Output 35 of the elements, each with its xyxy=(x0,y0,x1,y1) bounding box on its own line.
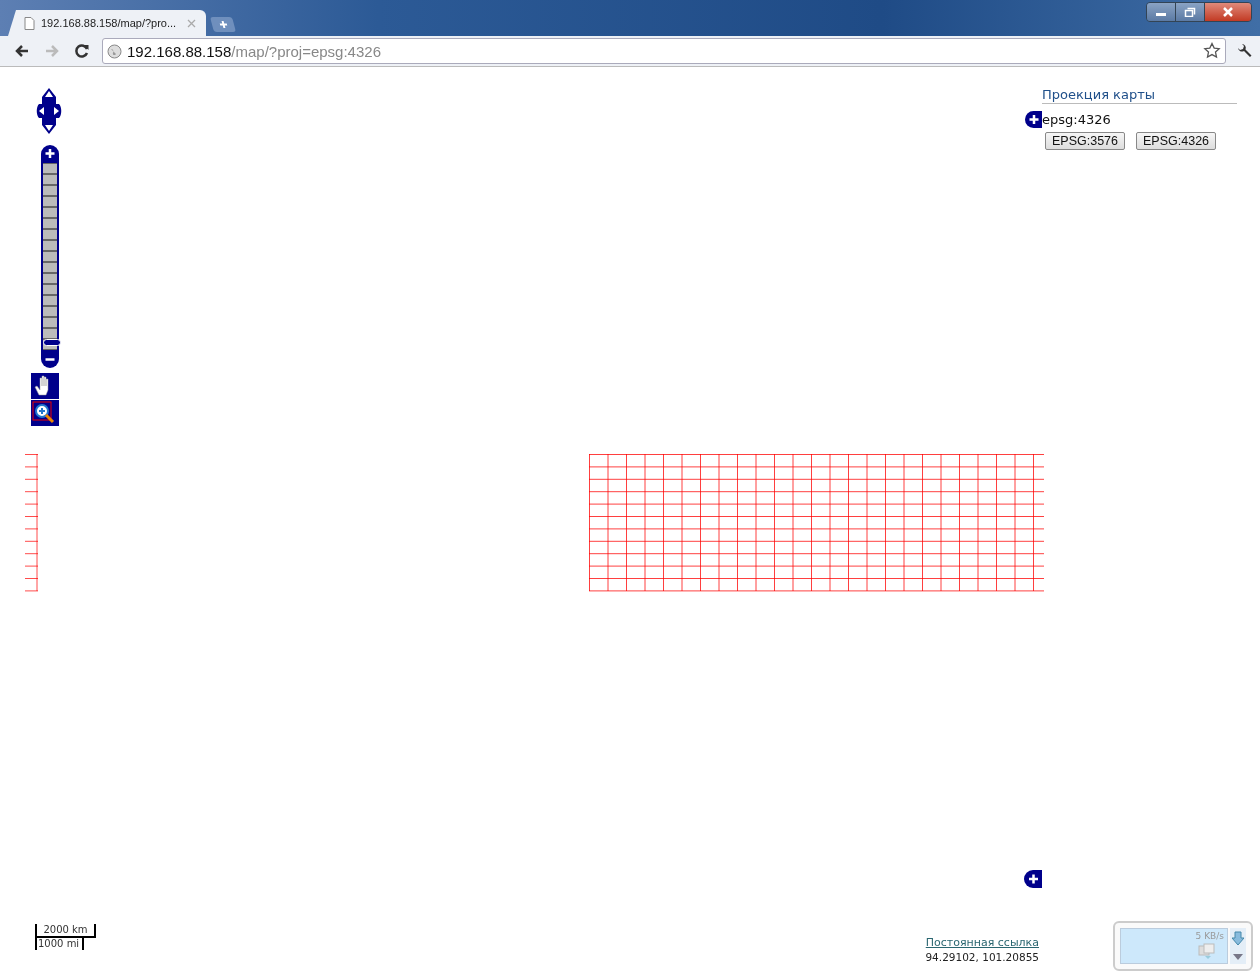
zoom-in-button[interactable] xyxy=(41,145,59,163)
network-speed: 5 KB/s xyxy=(1195,931,1224,941)
pan-control[interactable] xyxy=(36,87,62,135)
browser-tab[interactable]: 192.168.88.158/map/?pro... xyxy=(8,10,206,36)
reload-icon[interactable] xyxy=(74,43,90,59)
expand-button[interactable] xyxy=(1024,870,1042,888)
page-icon xyxy=(24,16,35,30)
expand-button[interactable] xyxy=(1025,111,1042,128)
zoom-slider-thumb[interactable] xyxy=(43,339,61,346)
layer-switcher-title: Проекция карты xyxy=(1042,87,1237,104)
minimize-button[interactable] xyxy=(1147,3,1176,21)
zoom-box-button[interactable] xyxy=(31,400,59,426)
restore-button[interactable] xyxy=(1176,3,1205,21)
network-icon xyxy=(1197,943,1217,959)
mouse-coordinates: 94.29102, 101.20855 xyxy=(925,951,1039,963)
download-icon xyxy=(1232,930,1244,947)
scale-bar: 1000 mi xyxy=(35,938,84,950)
globe-icon xyxy=(107,43,122,59)
zoom-out-button[interactable] xyxy=(41,350,59,368)
projection-button[interactable]: EPSG:3576 xyxy=(1045,132,1125,150)
close-button[interactable] xyxy=(1205,3,1251,21)
star-icon[interactable] xyxy=(1203,42,1221,60)
plus-icon xyxy=(217,20,229,29)
dropdown-icon[interactable] xyxy=(1232,951,1244,962)
projection-button[interactable]: EPSG:4326 xyxy=(1136,132,1217,150)
pan-hand-button[interactable] xyxy=(31,373,59,399)
new-tab-button[interactable] xyxy=(210,17,236,32)
wrench-icon[interactable] xyxy=(1236,43,1252,59)
permalink-link[interactable]: Постоянная ссылка xyxy=(925,936,1039,949)
current-projection: epsg:4326 xyxy=(1042,112,1111,127)
close-icon xyxy=(1222,7,1234,17)
address-bar[interactable]: 192.168.88.158/map/?proj=epsg:4326 xyxy=(102,38,1226,64)
back-icon[interactable] xyxy=(14,43,30,59)
restore-icon xyxy=(1184,7,1196,17)
scale-bar: 2000 km xyxy=(35,924,96,938)
